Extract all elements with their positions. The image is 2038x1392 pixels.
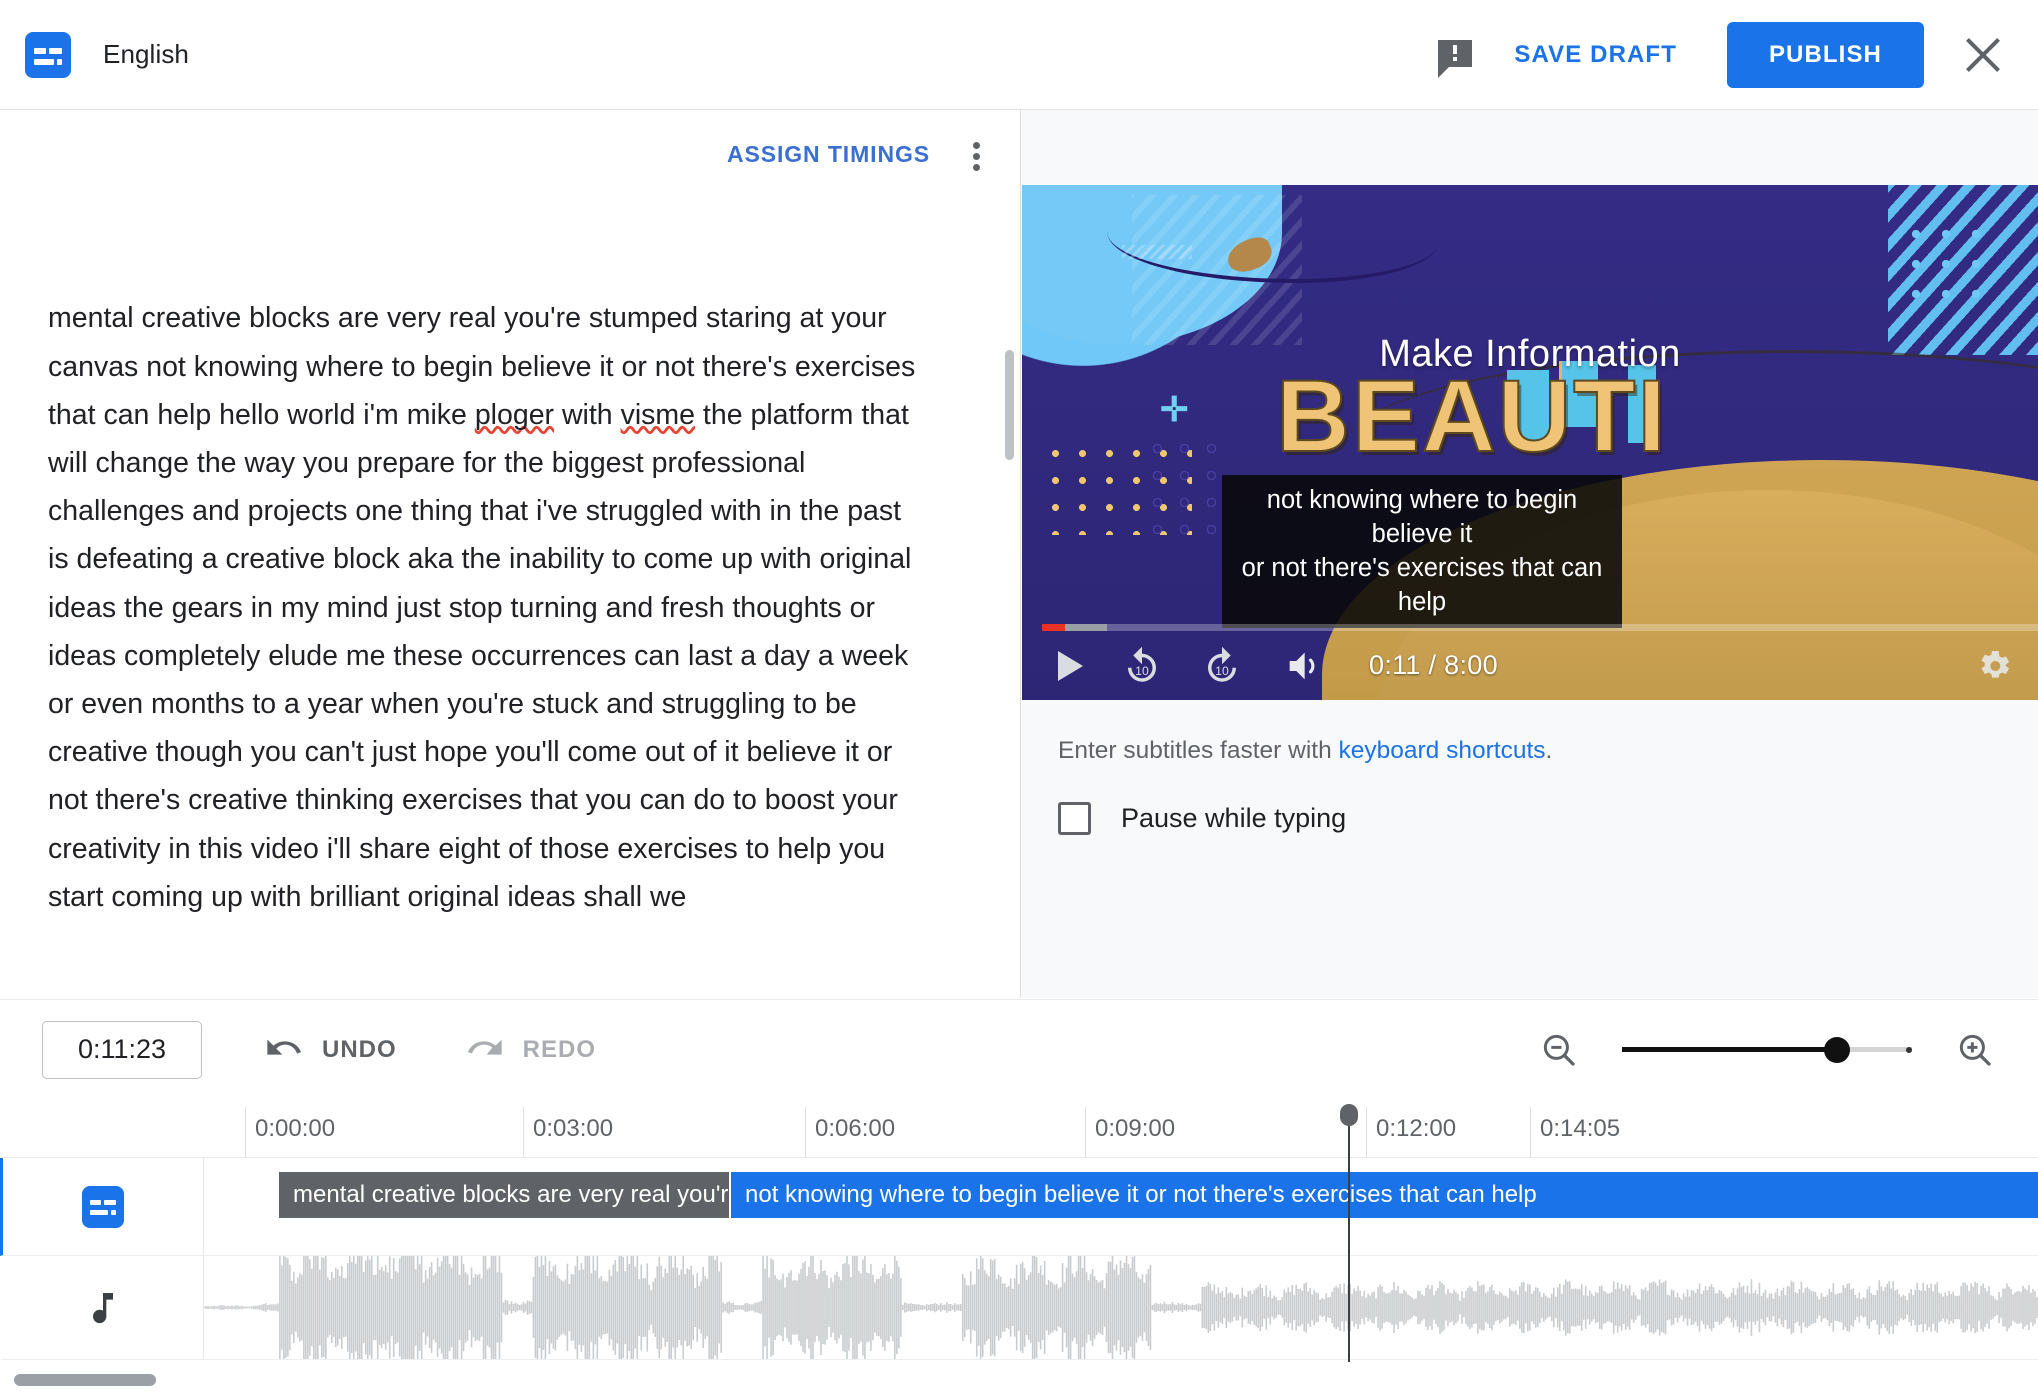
save-draft-button[interactable]: SAVE DRAFT [1504,27,1687,83]
video-overlay-word: BEAUTI [1275,359,1668,473]
transcript-textarea[interactable]: mental creative blocks are very real you… [0,198,960,998]
video-panel: Make Information ✛ BEAUTI not knowing wh… [1022,110,2038,998]
video-progress-bar[interactable] [1042,624,2038,631]
timeline-tick: 0:12:00 [1366,1107,1456,1158]
transcript-toolbar: ASSIGN TIMINGS [0,110,1020,198]
zoom-slider-end-dot [1906,1046,1912,1053]
timeline-toolbar: 0:11:23 UNDO REDO [0,999,2038,1099]
more-vertical-icon[interactable] [954,132,998,176]
subtitle-track-row: mental creative blocks are very real you… [0,1158,2038,1256]
timeline-ruler[interactable]: 0:00:00 0:03:00 0:06:00 0:09:00 0:12:00 0:14:… [0,1099,2038,1158]
undo-button[interactable]: UNDO [258,1022,403,1077]
caption-editor-app: English SAVE DRAFT PUBLISH ASSIGN TIMING… [0,0,2038,1392]
zoom-slider[interactable] [1622,1030,1912,1070]
audio-track-row [0,1256,2038,1360]
hint-prefix: Enter subtitles faster with [1058,737,1339,764]
audio-track-header [3,1256,204,1359]
timeline-tick: 0:06:00 [805,1107,895,1158]
zoom-out-icon[interactable] [1538,1029,1580,1071]
zoom-in-icon[interactable] [1954,1029,1996,1071]
timeline-tick: 0:03:00 [523,1107,613,1158]
redo-button[interactable]: REDO [459,1022,602,1077]
close-icon[interactable] [1958,30,2008,80]
timeline-tick: 0:14:05 [1530,1107,1620,1158]
timeline-tick-label: 0:06:00 [815,1115,896,1142]
transcript-paragraph: mental creative blocks are very real you… [48,302,924,913]
keyboard-shortcuts-link[interactable]: keyboard shortcuts [1339,737,1546,764]
forward-10-icon[interactable]: 10 [1201,645,1243,687]
feedback-icon[interactable] [1432,32,1478,78]
video-time-display: 0:11 / 8:00 [1369,650,1498,680]
transcript-scrollbar[interactable] [1005,350,1014,460]
decorative-dots-top-right [1901,219,1983,301]
redo-arrow-icon [465,1028,505,1071]
top-bar: English SAVE DRAFT PUBLISH [0,0,2038,110]
closed-caption-icon [82,1185,124,1228]
redo-label: REDO [522,1035,597,1063]
volume-icon[interactable] [1281,646,1325,686]
pause-while-typing-label: Pause while typing [1121,803,1347,833]
current-time-input[interactable]: 0:11:23 [42,1020,202,1079]
timeline-tick: 0:00:00 [245,1107,335,1158]
play-icon[interactable] [1058,650,1083,681]
undo-label: UNDO [322,1035,397,1063]
subtitle-track-body[interactable]: mental creative blocks are very real you… [204,1158,2038,1255]
video-player[interactable]: Make Information ✛ BEAUTI not knowing wh… [1022,185,2038,700]
timeline-tick-label: 0:14:05 [1540,1115,1621,1142]
timeline-tick: 0:09:00 [1085,1107,1175,1158]
publish-button[interactable]: PUBLISH [1726,21,1924,88]
zoom-slider-thumb[interactable] [1823,1036,1850,1063]
timeline-tick-label: 0:00:00 [255,1115,336,1142]
subtitle-track-header [3,1158,204,1255]
pause-while-typing-checkbox[interactable] [1058,802,1091,835]
assign-timings-button[interactable]: ASSIGN TIMINGS [713,131,944,178]
timeline-scrollbar[interactable] [14,1374,156,1386]
svg-text:10: 10 [1135,663,1149,677]
subtitle-segment[interactable]: mental creative blocks are very real you… [279,1172,729,1218]
replay-10-icon[interactable]: 10 [1121,645,1163,687]
timeline-tick-label: 0:09:00 [1095,1115,1176,1142]
audio-track-body[interactable] [204,1256,2038,1359]
keyboard-shortcuts-hint: Enter subtitles faster with keyboard sho… [1058,737,1552,765]
video-progress-played [1042,624,1065,631]
closed-caption-icon [25,31,71,78]
svg-text:10: 10 [1215,663,1229,677]
caption-line-2: or not there's exercises that can help [1241,554,1603,616]
hint-suffix: . [1545,737,1553,764]
undo-arrow-icon [264,1028,304,1071]
timeline: 0:00:00 0:03:00 0:06:00 0:09:00 0:12:00 0:14:… [0,1099,2038,1392]
video-caption-overlay: not knowing where to begin believe it or… [1222,475,1622,628]
audio-waveform [204,1256,2038,1359]
zoom-slider-fill [1622,1047,1837,1052]
decorative-squiggle [1122,245,1192,259]
pause-while-typing-row: Pause while typing [1058,802,1346,835]
timeline-tick-label: 0:03:00 [533,1115,614,1142]
music-note-icon [83,1284,123,1332]
page-title: English [103,39,189,69]
video-controls: 10 10 0:11 / 8:00 [1022,631,2038,700]
caption-line-1: not knowing where to begin believe it [1266,486,1578,548]
subtitle-segment[interactable]: not knowing where to begin believe it or… [731,1172,2038,1218]
transcript-panel: ASSIGN TIMINGS mental creative blocks ar… [0,110,1021,998]
gear-icon[interactable] [1974,646,2014,686]
timeline-tick-label: 0:12:00 [1376,1115,1457,1142]
